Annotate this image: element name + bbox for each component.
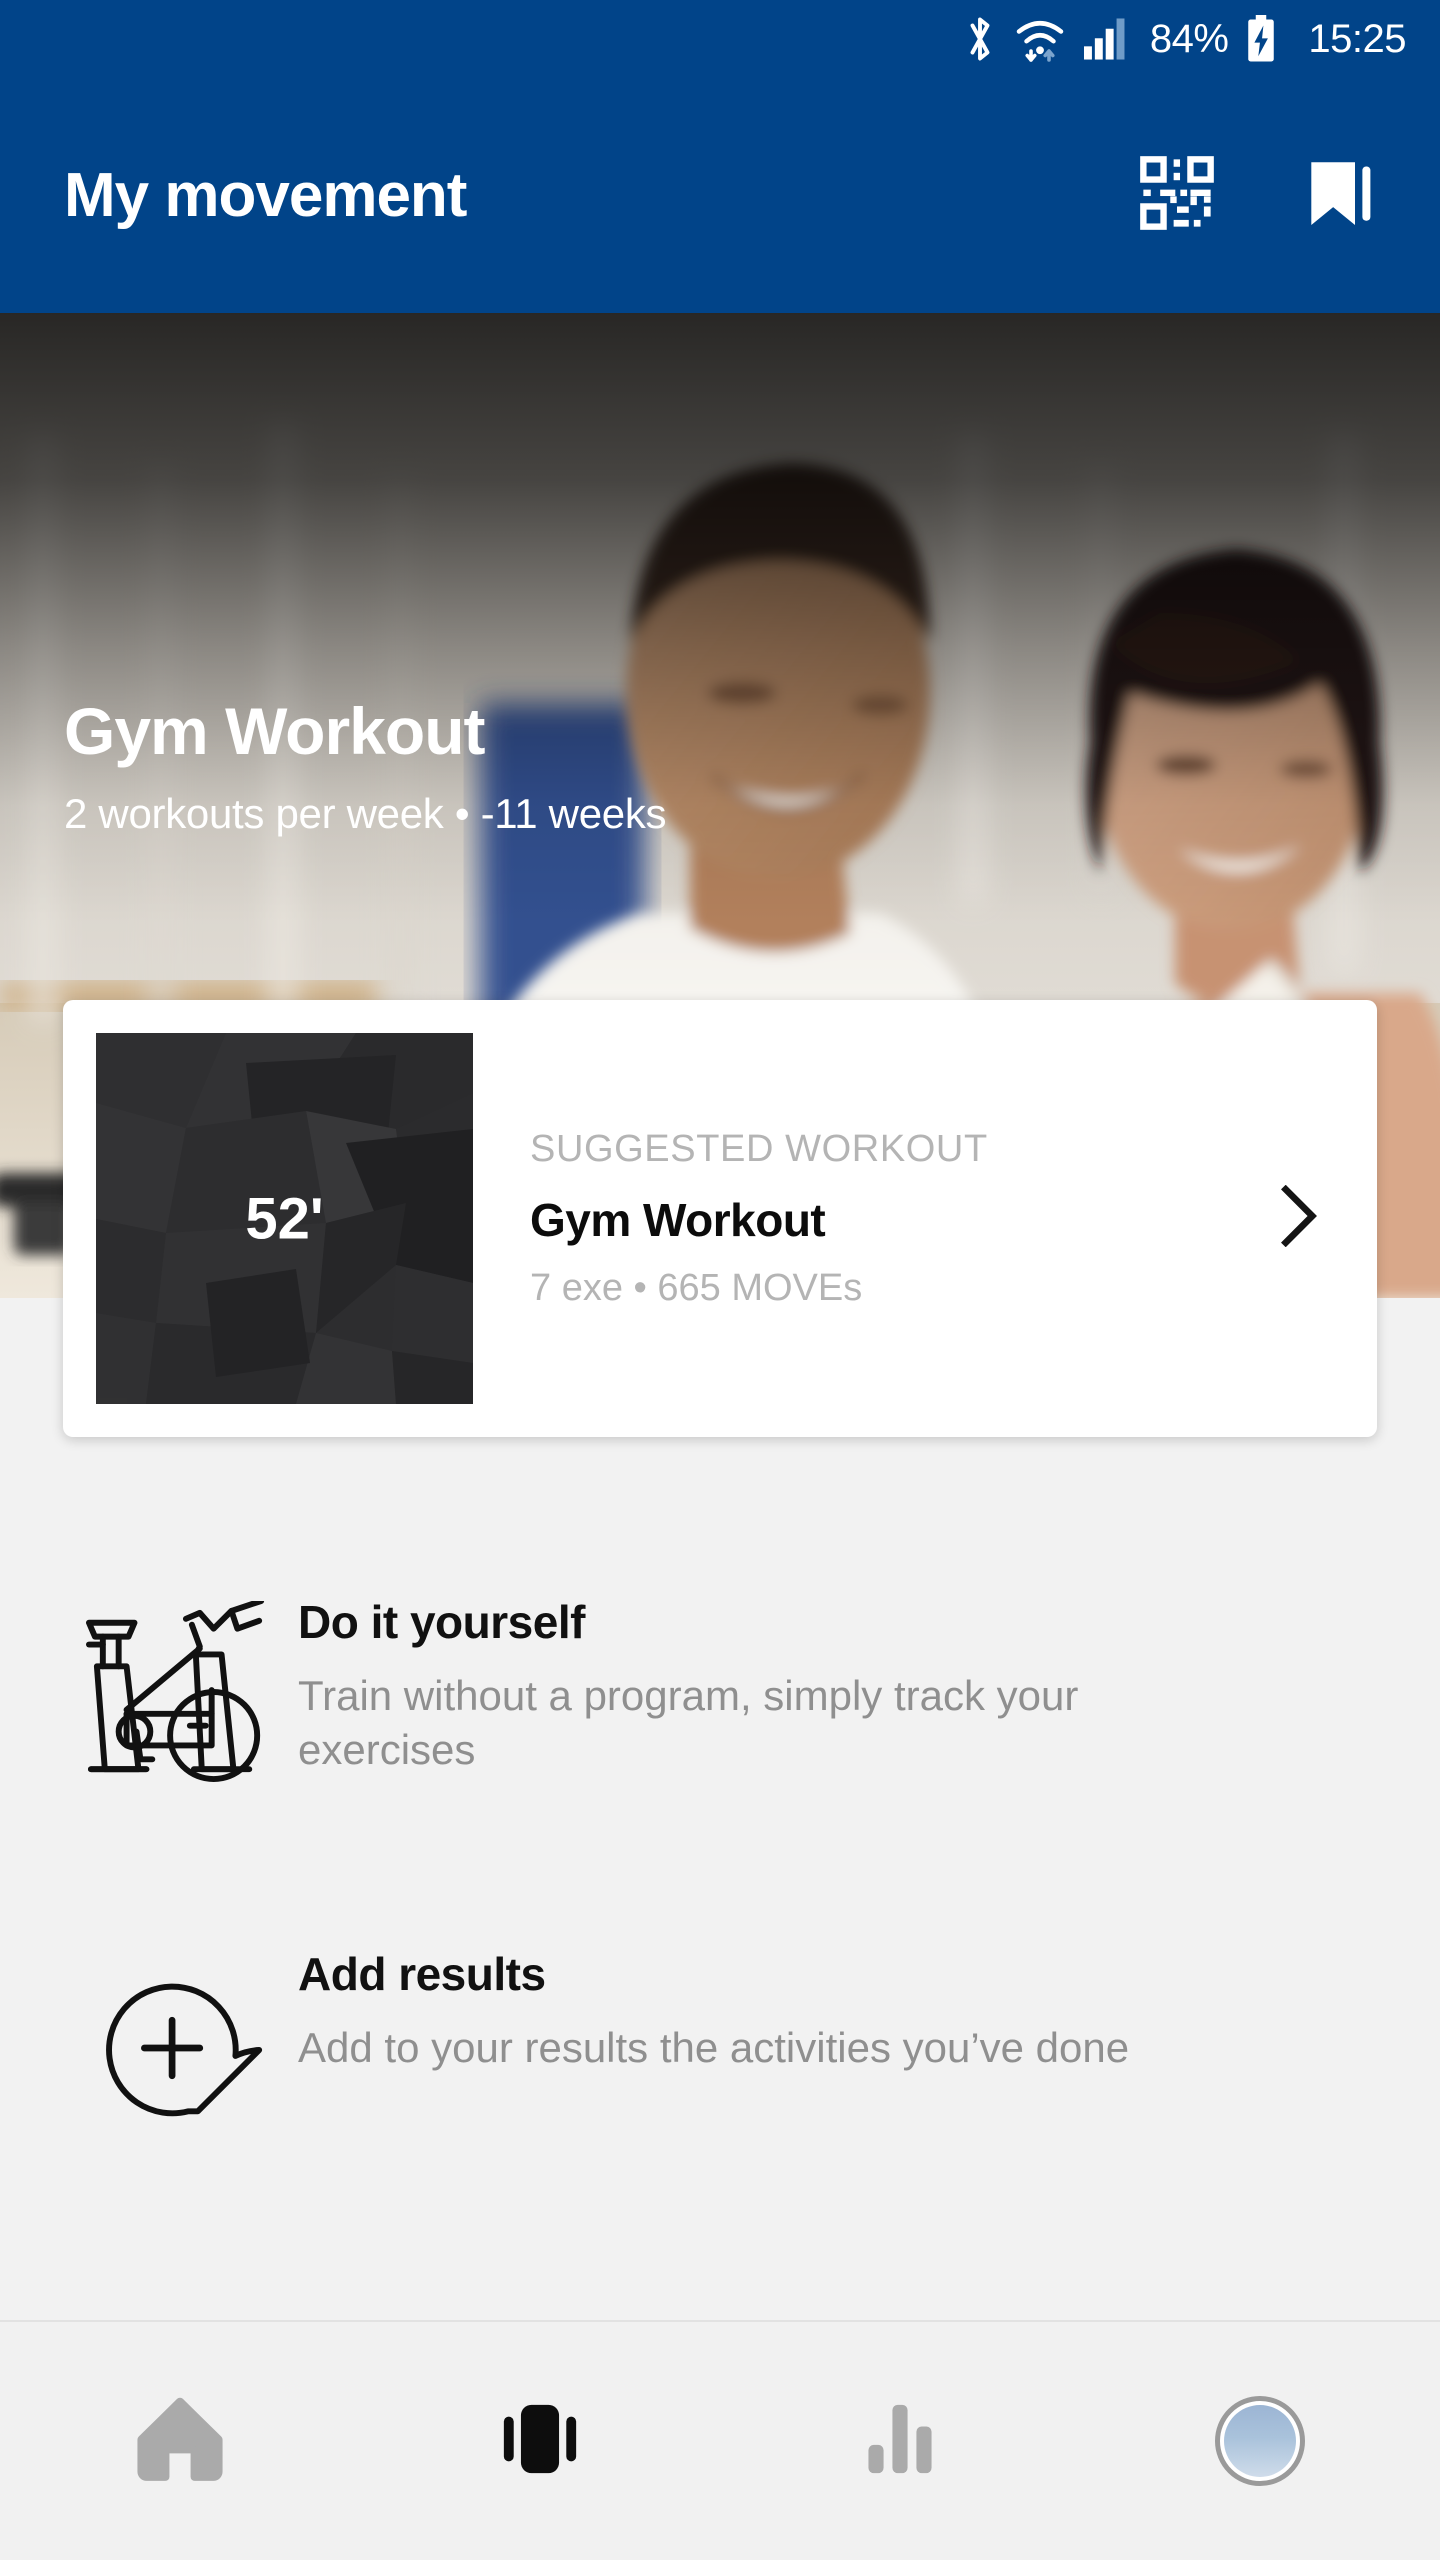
option-spacer bbox=[0, 1835, 1440, 1897]
qr-code-scan-button[interactable] bbox=[1132, 151, 1222, 241]
bookmark-button[interactable] bbox=[1294, 151, 1384, 241]
app-screen: 84% 15:25 My movement Gym Workout 2 work… bbox=[0, 0, 1440, 2560]
page-title: My movement bbox=[64, 161, 467, 230]
hero-title: Gym Workout bbox=[64, 694, 485, 768]
suggested-workout-details: SUGGESTED WORKOUT Gym Workout 7 exe • 66… bbox=[473, 1128, 1254, 1310]
option-title: Add results bbox=[298, 1948, 546, 2000]
home-icon bbox=[132, 2391, 228, 2492]
option-list: Do it yourself Train without a program, … bbox=[0, 1545, 1440, 2191]
avatar bbox=[1215, 2396, 1305, 2486]
nav-item-profile[interactable] bbox=[1080, 2322, 1440, 2560]
status-clock: 15:25 bbox=[1308, 17, 1406, 61]
status-icon-group: 84% 15:25 bbox=[962, 15, 1406, 63]
cards-carousel-icon bbox=[494, 2393, 586, 2490]
qr-code-scan-icon bbox=[1140, 156, 1214, 235]
nav-item-home[interactable] bbox=[0, 2322, 360, 2560]
hero-subtitle: 2 workouts per week • -11 weeks bbox=[64, 790, 667, 837]
option-description: Train without a program, simply track yo… bbox=[298, 1672, 1079, 1773]
suggested-workout-open-button[interactable] bbox=[1254, 1184, 1344, 1252]
cellular-signal-icon bbox=[1082, 17, 1130, 61]
bottom-navigation-bar bbox=[0, 2322, 1440, 2560]
bar-chart-icon bbox=[854, 2393, 946, 2490]
app-bar: My movement bbox=[0, 78, 1440, 313]
option-text-group: Add results Add to your results the acti… bbox=[298, 1945, 1376, 2075]
chevron-right-icon bbox=[1278, 1184, 1320, 1252]
option-add-results[interactable]: Add results Add to your results the acti… bbox=[0, 1897, 1440, 2191]
suggested-workout-card[interactable]: 52' SUGGESTED WORKOUT Gym Workout 7 exe … bbox=[63, 1000, 1377, 1437]
battery-percent-label: 84% bbox=[1149, 17, 1229, 61]
suggested-workout-eyebrow: SUGGESTED WORKOUT bbox=[530, 1127, 988, 1170]
option-text-group: Do it yourself Train without a program, … bbox=[298, 1593, 1376, 1777]
wifi-icon bbox=[1014, 15, 1066, 63]
hero-text-group: Gym Workout 2 workouts per week • -11 we… bbox=[64, 694, 667, 838]
avatar-image bbox=[1224, 2405, 1296, 2477]
nav-item-statistics[interactable] bbox=[720, 2322, 1080, 2560]
option-do-it-yourself[interactable]: Do it yourself Train without a program, … bbox=[0, 1545, 1440, 1835]
status-bar: 84% 15:25 bbox=[0, 0, 1440, 78]
nav-item-programs[interactable] bbox=[360, 2322, 720, 2560]
battery-charging-icon bbox=[1246, 15, 1276, 63]
bookmark-icon bbox=[1299, 153, 1379, 238]
bluetooth-icon bbox=[962, 15, 998, 63]
option-title: Do it yourself bbox=[298, 1596, 585, 1648]
suggested-workout-title: Gym Workout bbox=[530, 1193, 826, 1246]
suggested-workout-meta: 7 exe • 665 MOVEs bbox=[530, 1266, 863, 1309]
workout-duration-label: 52' bbox=[245, 1186, 324, 1251]
app-bar-actions bbox=[1132, 151, 1384, 241]
add-pin-icon bbox=[62, 1945, 298, 2143]
exercise-bike-icon bbox=[62, 1593, 298, 1787]
option-description: Add to your results the activities you’v… bbox=[298, 2024, 1130, 2071]
workout-thumbnail: 52' bbox=[96, 1033, 473, 1404]
